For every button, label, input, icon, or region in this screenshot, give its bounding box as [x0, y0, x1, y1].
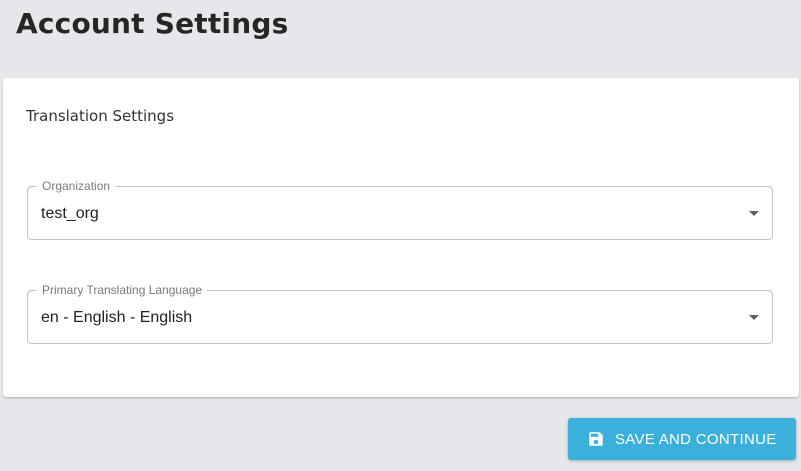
dropdown-arrow-icon[interactable]	[749, 315, 759, 320]
organization-label: Organization	[37, 179, 116, 193]
floppy-disk-icon	[589, 432, 603, 446]
save-button-label: SAVE AND CONTINUE	[615, 430, 777, 448]
card-title: Translation Settings	[26, 107, 175, 125]
primary-language-label: Primary Translating Language	[37, 283, 208, 297]
primary-language-select[interactable]: Primary Translating Language en - Englis…	[27, 283, 773, 344]
primary-language-value: en - English - English	[41, 309, 193, 326]
save-and-continue-button[interactable]: SAVE AND CONTINUE	[568, 418, 796, 460]
organization-select[interactable]: Organization test_org	[27, 179, 773, 240]
translation-settings-card: Translation Settings Organization test_o…	[3, 78, 799, 397]
organization-value: test_org	[41, 205, 99, 222]
page-title: Account Settings	[16, 7, 289, 40]
dropdown-arrow-icon[interactable]	[749, 211, 759, 216]
